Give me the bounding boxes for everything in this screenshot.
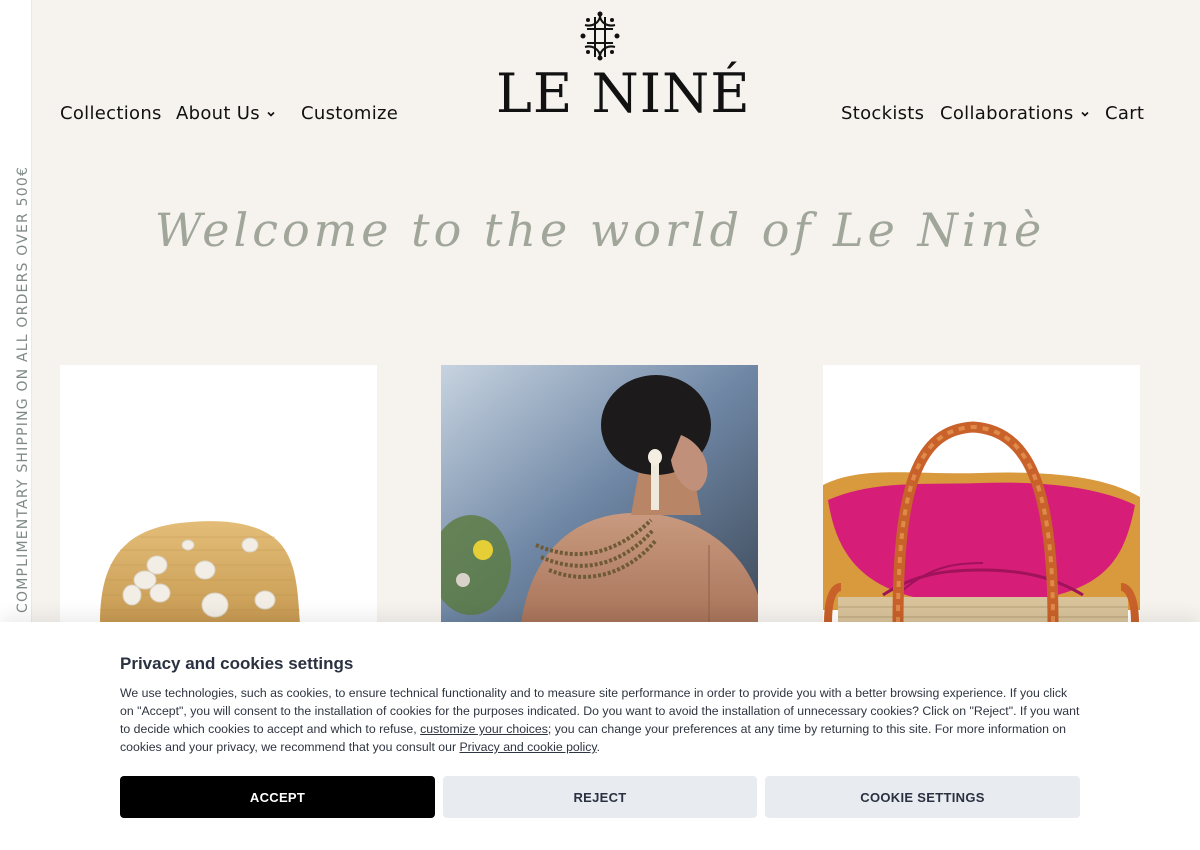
nav-stockists-label: Stockists <box>841 103 925 124</box>
brand-logo-text[interactable]: LE NINÉ <box>496 64 750 124</box>
monogram-icon[interactable] <box>579 11 621 61</box>
nav-collections-label: Collections <box>60 103 162 124</box>
chevron-down-icon <box>267 111 275 117</box>
nav-collaborations[interactable]: Collaborations <box>940 103 1090 124</box>
cookie-banner-text: We use technologies, such as cookies, to… <box>120 684 1080 756</box>
straw-hat-image <box>100 521 300 623</box>
model-necklace-image <box>441 365 758 623</box>
nav-cart-label: Cart <box>1105 103 1145 124</box>
nav-collaborations-label: Collaborations <box>940 103 1074 124</box>
product-card-basket-bag[interactable] <box>823 365 1140 623</box>
hero-heading: Welcome to the world of Le Ninè <box>154 203 1046 257</box>
cookie-banner-title: Privacy and cookies settings <box>120 654 354 673</box>
product-card-straw-hat[interactable] <box>60 365 377 623</box>
cookie-settings-button[interactable]: COOKIE SETTINGS <box>765 776 1080 818</box>
basket-bag-image <box>823 421 1140 623</box>
nav-about-us[interactable]: About Us <box>176 103 276 124</box>
nav-customize-label: Customize <box>301 103 399 124</box>
shipping-banner-text: COMPLIMENTARY SHIPPING ON ALL ORDERS OVE… <box>15 165 31 613</box>
privacy-policy-link[interactable]: Privacy and cookie policy <box>459 740 596 754</box>
nav-stockists[interactable]: Stockists <box>841 103 924 124</box>
chevron-down-icon <box>1080 111 1089 117</box>
cookie-text-part-3: . <box>596 740 601 754</box>
nav-cart[interactable]: Cart <box>1105 103 1144 124</box>
customize-choices-link[interactable]: customize your choices <box>420 722 548 736</box>
accept-button[interactable]: ACCEPT <box>120 776 435 818</box>
cookie-banner: Privacy and cookies settings We use tech… <box>0 622 1200 850</box>
product-card-necklace[interactable] <box>441 365 758 623</box>
nav-customize[interactable]: Customize <box>301 103 398 124</box>
nav-about-us-label: About Us <box>176 103 260 124</box>
nav-collections[interactable]: Collections <box>60 103 162 124</box>
reject-button[interactable]: REJECT <box>443 776 757 818</box>
